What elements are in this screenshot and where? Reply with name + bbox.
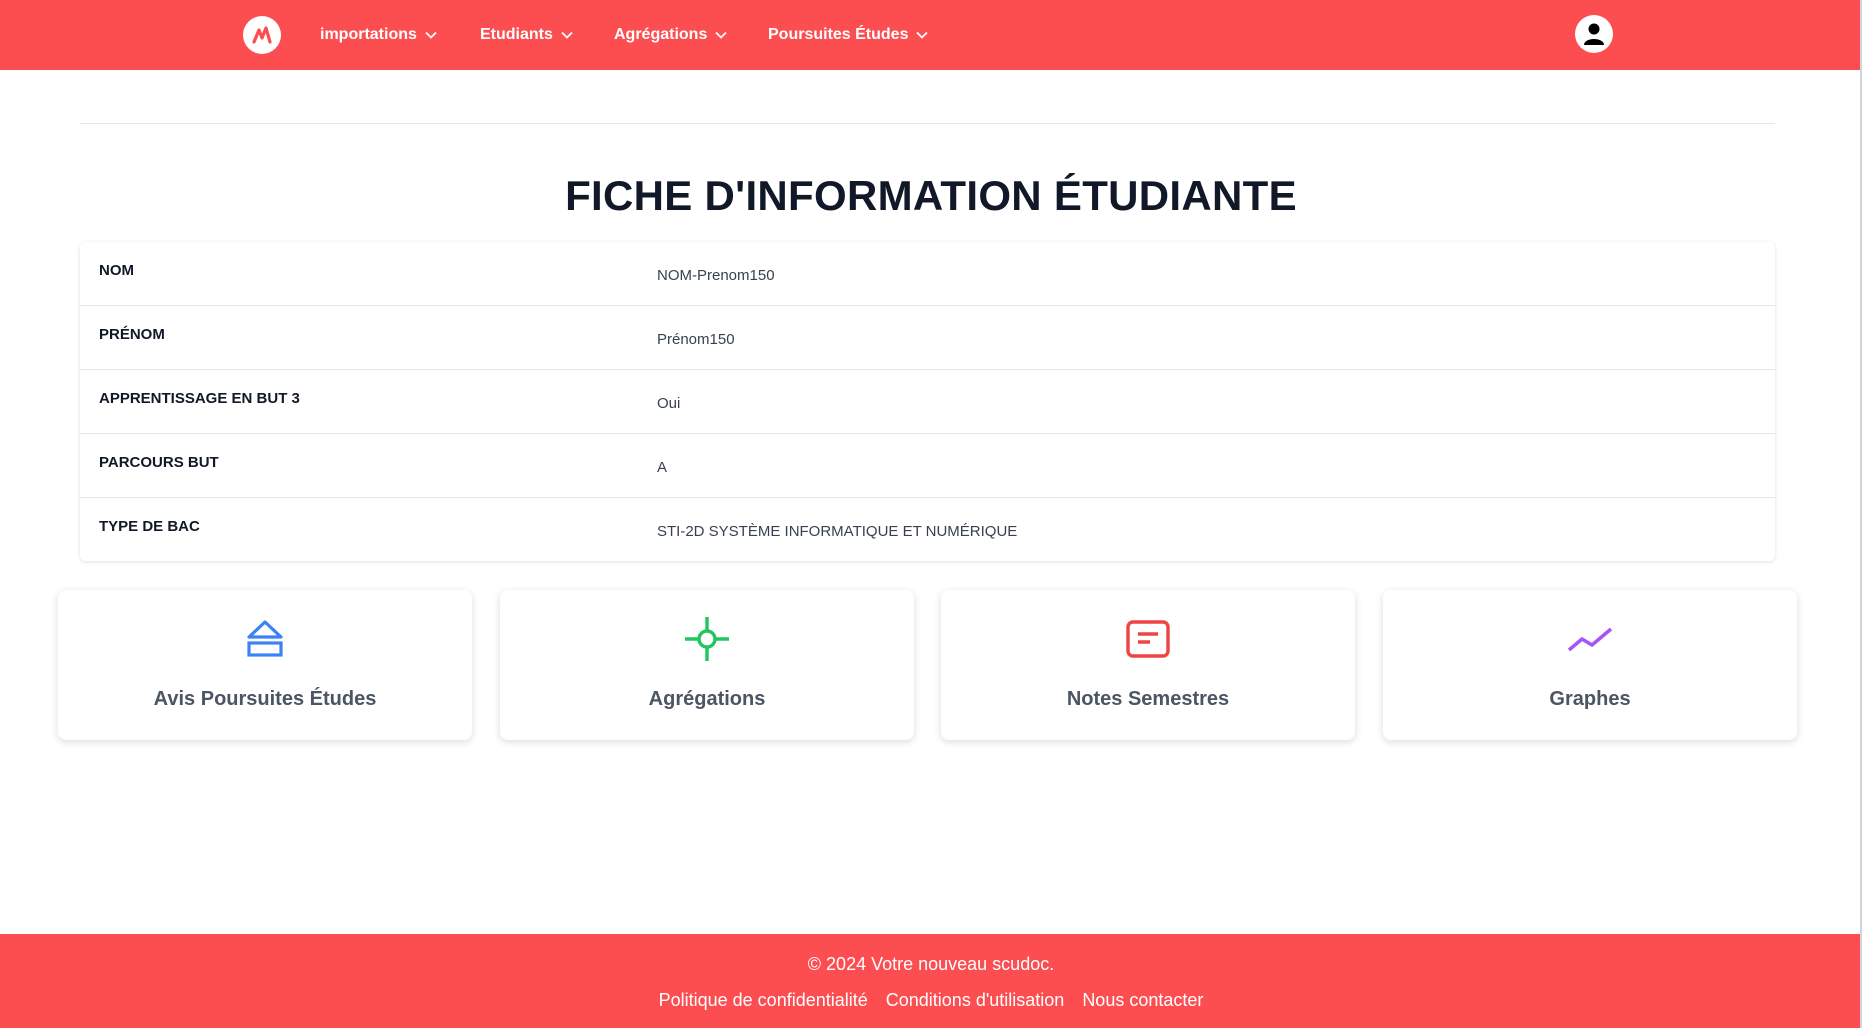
nav-menu-label: Agrégations xyxy=(614,26,708,43)
nav-menu-poursuites-etudes[interactable]: Poursuites Études xyxy=(768,22,929,48)
card-label: Notes Semestres xyxy=(1066,688,1230,710)
info-label: APPRENTISSAGE EN BUT 3 xyxy=(99,390,300,407)
info-value: Oui xyxy=(657,395,681,412)
card-label: Avis Poursuites Études xyxy=(153,688,377,710)
privacy-policy-link[interactable]: Politique de confidentialité xyxy=(659,990,868,1011)
info-value: A xyxy=(657,459,668,476)
note-icon xyxy=(941,616,1355,662)
user-icon[interactable] xyxy=(1575,15,1613,53)
nav-menu-importations[interactable]: importations xyxy=(320,22,437,48)
copyright-text: © 2024 Votre nouveau scudoc. xyxy=(807,954,1055,974)
info-value: STI-2D SYSTÈME INFORMATIQUE ET NUMÉRIQUE xyxy=(657,523,1018,540)
info-value: NOM-Prenom150 xyxy=(657,267,775,284)
nav-menu-etudiants[interactable]: Etudiants xyxy=(480,22,573,48)
info-label: PARCOURS BUT xyxy=(99,454,219,471)
info-row-nom: NOM NOM-Prenom150 xyxy=(80,242,1775,306)
page-footer: © 2024 Votre nouveau scudoc. Politique d… xyxy=(0,934,1862,1028)
card-label: Graphes xyxy=(1549,688,1631,710)
chevron-down-icon xyxy=(561,31,573,39)
info-row-apprentissage: APPRENTISSAGE EN BUT 3 Oui xyxy=(80,370,1775,434)
trend-icon xyxy=(1383,616,1797,662)
card-label: Agrégations xyxy=(648,688,766,710)
info-row-prenom: PRÉNOM Prénom150 xyxy=(80,306,1775,370)
terms-of-use-link[interactable]: Conditions d'utilisation xyxy=(886,990,1065,1011)
agregations-card[interactable]: Agrégations xyxy=(500,590,914,740)
info-value: Prénom150 xyxy=(657,331,735,348)
contact-link[interactable]: Nous contacter xyxy=(1082,990,1203,1011)
m-logo-icon[interactable] xyxy=(243,16,281,54)
chevron-down-icon xyxy=(715,31,727,39)
info-row-type-bac: TYPE DE BAC STI-2D SYSTÈME INFORMATIQUE … xyxy=(80,498,1775,561)
info-label: TYPE DE BAC xyxy=(99,518,200,535)
info-label: NOM xyxy=(99,262,134,279)
header-divider xyxy=(80,123,1775,124)
page-title: FICHE D'INFORMATION ÉTUDIANTE xyxy=(565,172,1297,219)
chevron-down-icon xyxy=(916,31,929,39)
chevron-down-icon xyxy=(425,31,437,39)
avis-poursuites-card[interactable]: Avis Poursuites Études xyxy=(58,590,472,740)
nav-menu-label: Etudiants xyxy=(480,26,553,43)
student-info-table: NOM NOM-Prenom150 PRÉNOM Prénom150 APPRE… xyxy=(80,242,1775,561)
nav-menu-label: Poursuites Études xyxy=(768,26,909,43)
info-row-parcours: PARCOURS BUT A xyxy=(80,434,1775,498)
footer-links: Politique de confidentialité Conditions … xyxy=(0,990,1862,1011)
nav-menu-agregations[interactable]: Agrégations xyxy=(614,22,727,48)
notes-semestres-card[interactable]: Notes Semestres xyxy=(941,590,1355,740)
eject-icon xyxy=(58,616,472,662)
top-navbar: importations Etudiants Agrégations Pours… xyxy=(0,0,1862,70)
crosshair-icon xyxy=(500,616,914,662)
nav-menu-label: importations xyxy=(320,26,417,43)
info-label: PRÉNOM xyxy=(99,326,165,343)
graphes-card[interactable]: Graphes xyxy=(1383,590,1797,740)
